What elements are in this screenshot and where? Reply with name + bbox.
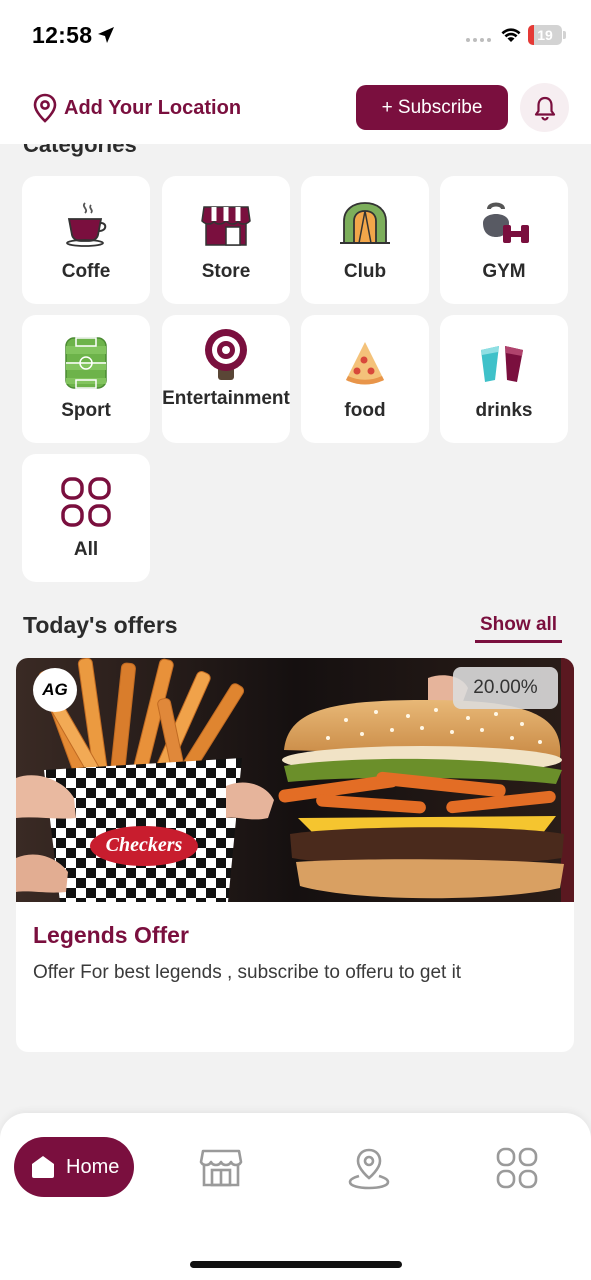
header: Add Your Location + Subscribe <box>0 72 591 144</box>
nav-home-button[interactable]: Home <box>14 1137 134 1197</box>
location-label: Add Your Location <box>64 96 242 119</box>
offer-card[interactable]: Checkers AG 20.00% Legends Offer Offer F… <box>16 658 574 1052</box>
category-entertainment[interactable]: Entertainment <box>162 315 290 443</box>
category-gym[interactable]: GYM <box>440 176 568 304</box>
offer-title: Legends Offer <box>33 922 189 948</box>
category-label: Store <box>201 261 251 282</box>
offer-description: Offer For best legends , subscribe to of… <box>33 962 462 983</box>
show-all-link[interactable]: Show all <box>475 614 563 643</box>
signal-dots-icon <box>466 38 491 42</box>
offers-title: Today's offers <box>23 612 178 638</box>
category-label: Coffe <box>61 261 111 282</box>
category-label: GYM <box>482 261 526 282</box>
nav-home-label: Home <box>66 1155 120 1178</box>
category-label: Entertainment <box>162 388 290 409</box>
store-icon <box>198 196 254 252</box>
svg-text:Checkers: Checkers <box>106 834 183 856</box>
category-label: food <box>344 400 386 421</box>
sport-field-icon <box>58 335 114 391</box>
category-coffe[interactable]: Coffe <box>22 176 150 304</box>
pizza-icon <box>337 335 393 391</box>
grid-icon <box>58 474 114 530</box>
drinks-icon <box>476 335 532 391</box>
battery-level: 19 <box>537 27 553 43</box>
nav-stores-button[interactable] <box>198 1145 244 1191</box>
category-label: Club <box>343 261 387 282</box>
home-indicator[interactable] <box>190 1261 402 1268</box>
status-bar: 12:58 19 <box>0 0 591 72</box>
map-pin-icon <box>33 93 57 123</box>
category-store[interactable]: Store <box>162 176 290 304</box>
bottom-nav: Home <box>0 1113 591 1280</box>
entertainment-icon <box>198 327 254 383</box>
add-location-button[interactable]: Add Your Location <box>32 93 241 123</box>
store-icon <box>199 1149 243 1187</box>
nav-categories-button[interactable] <box>494 1145 540 1191</box>
nav-map-button[interactable] <box>346 1145 392 1191</box>
subscribe-button[interactable]: + Subscribe <box>356 85 508 130</box>
grid-icon <box>496 1147 538 1189</box>
gym-icon <box>476 196 532 252</box>
category-drinks[interactable]: drinks <box>440 315 568 443</box>
club-icon <box>337 196 393 252</box>
brand-logo: AG <box>33 668 77 712</box>
category-label: Sport <box>61 400 111 421</box>
category-label: All <box>73 539 99 560</box>
battery-nub <box>563 31 566 39</box>
category-label: drinks <box>475 400 533 421</box>
battery-icon: 19 <box>528 25 562 45</box>
discount-badge: 20.00% <box>453 667 558 709</box>
home-icon <box>32 1156 54 1178</box>
notifications-button[interactable] <box>520 83 569 132</box>
category-all[interactable]: All <box>22 454 150 582</box>
status-time: 12:58 <box>32 22 93 48</box>
category-club[interactable]: Club <box>301 176 429 304</box>
bell-icon <box>534 96 555 121</box>
wifi-icon <box>501 28 521 42</box>
category-food[interactable]: food <box>301 315 429 443</box>
map-location-icon <box>348 1148 390 1190</box>
category-sport[interactable]: Sport <box>22 315 150 443</box>
coffee-cup-icon <box>58 196 114 252</box>
location-arrow-icon <box>98 27 114 43</box>
